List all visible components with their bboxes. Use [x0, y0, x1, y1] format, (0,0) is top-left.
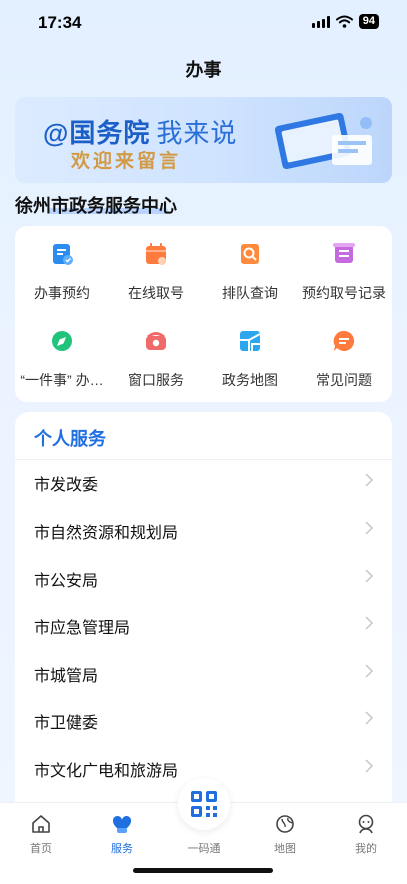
status-bar: 17:34 94 — [0, 0, 407, 46]
department-name: 市公安局 — [34, 573, 99, 590]
service-label: 政务地图 — [222, 372, 278, 388]
service-gov-map[interactable]: 政务地图 — [203, 327, 297, 390]
chevron-right-icon — [365, 759, 374, 773]
tab-label: 一码通 — [187, 843, 221, 855]
home-indicator — [133, 868, 273, 873]
department-row[interactable]: 市城管局 — [15, 650, 392, 697]
status-time: 17:34 — [38, 13, 82, 32]
map-pin-icon — [276, 815, 294, 833]
page-title: 办事 — [185, 60, 222, 80]
service-label: 在线取号 — [128, 285, 184, 301]
calendar-icon — [146, 243, 166, 265]
department-name: 市文化广电和旅游局 — [34, 763, 179, 780]
chevron-right-icon — [365, 711, 374, 725]
service-appointment-records[interactable]: 预约取号记录 — [297, 240, 391, 303]
phone-icon — [146, 332, 166, 350]
service-online-ticket[interactable]: 在线取号 — [109, 240, 203, 303]
service-queue-query[interactable]: 排队查询 — [203, 240, 297, 303]
chevron-right-icon — [365, 569, 374, 583]
chevron-right-icon — [365, 473, 374, 487]
profile-icon — [358, 814, 374, 834]
compass-icon — [52, 331, 72, 351]
chevron-right-icon — [365, 616, 374, 630]
quick-services-card: 办事预约 在线取号 排队查询 预约取号记录 “一件事” 办… 窗口服务 政务地图… — [15, 226, 392, 402]
service-label: 预约取号记录 — [302, 285, 386, 301]
personal-services-card: 个人服务 市发改委 市自然资源和规划局 市公安局 市应急管理局 市城管局 市卫健… — [15, 412, 392, 812]
service-label: 常见问题 — [316, 372, 372, 388]
tab-label: 首页 — [30, 843, 52, 855]
service-center-title: 徐州市政务服务中心 — [15, 196, 177, 216]
service-label: “一件事” 办… — [20, 372, 104, 388]
banner-headline-sub: 我来说 — [156, 118, 238, 148]
service-label: 排队查询 — [222, 285, 278, 301]
search-doc-icon — [241, 244, 259, 264]
banner-headline-main: @国务院 — [43, 118, 151, 148]
calendar-check-icon — [53, 244, 73, 265]
tab-mine[interactable]: 我的 — [336, 813, 396, 856]
tab-label: 我的 — [355, 843, 377, 855]
qr-code-icon — [191, 791, 217, 817]
department-row[interactable]: 市应急管理局 — [15, 602, 392, 649]
wifi-icon — [335, 15, 353, 28]
tab-home[interactable]: 首页 — [11, 813, 71, 856]
department-name: 市城管局 — [34, 668, 99, 685]
tab-label: 服务 — [111, 843, 133, 855]
service-appointment[interactable]: 办事预约 — [15, 240, 109, 303]
department-name: 市卫健委 — [34, 715, 99, 732]
department-name: 市发改委 — [34, 477, 99, 494]
department-row[interactable]: 市发改委 — [15, 459, 392, 506]
record-icon — [333, 243, 355, 263]
map-icon — [240, 331, 261, 351]
department-name: 市自然资源和规划局 — [34, 525, 179, 542]
section-title: 个人服务 — [34, 429, 106, 449]
department-row[interactable]: 市卫健委 — [15, 697, 392, 744]
department-row[interactable]: 市公安局 — [15, 555, 392, 602]
battery-indicator: 94 — [358, 14, 379, 29]
banner-subline: 欢迎来留言 — [71, 151, 182, 172]
banner-headline: @国务院 我来说 — [43, 113, 237, 150]
cellular-signal-icon — [311, 15, 330, 28]
chevron-right-icon — [365, 521, 374, 535]
service-window[interactable]: 窗口服务 — [109, 327, 203, 390]
banner-illustration — [274, 112, 372, 170]
service-heart-icon — [112, 815, 132, 833]
service-label: 窗口服务 — [128, 372, 184, 388]
status-icons: 94 — [311, 14, 379, 29]
qr-code-button[interactable] — [178, 778, 230, 830]
tab-map[interactable]: 地图 — [255, 813, 315, 856]
banner[interactable]: @国务院 我来说 欢迎来留言 — [15, 97, 392, 183]
service-label: 办事预约 — [34, 285, 90, 301]
home-icon — [32, 815, 50, 833]
chevron-right-icon — [365, 664, 374, 678]
tab-service[interactable]: 服务 — [92, 813, 152, 856]
department-name: 市应急管理局 — [34, 620, 131, 637]
service-one-thing[interactable]: “一件事” 办… — [15, 327, 109, 390]
department-row[interactable]: 市自然资源和规划局 — [15, 507, 392, 554]
chat-icon — [333, 330, 355, 351]
service-faq[interactable]: 常见问题 — [297, 327, 391, 390]
tab-label: 地图 — [274, 843, 296, 855]
